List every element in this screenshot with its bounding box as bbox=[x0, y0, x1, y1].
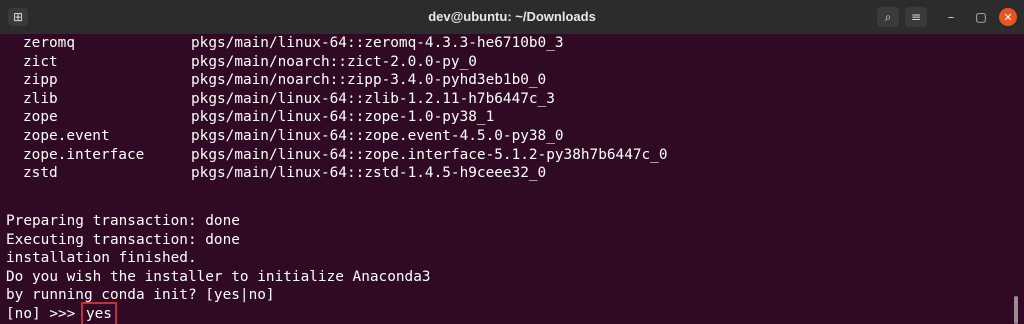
package-row: zlib pkgs/main/linux-64::zlib-1.2.11-h7b6… bbox=[6, 90, 555, 108]
package-row: zope.interface pkgs/main/linux-64::zope.i… bbox=[6, 146, 668, 164]
question-line: by running conda init? [yes|no] bbox=[6, 287, 275, 303]
package-row: zope pkgs/main/linux-64::zope-1.0-py38_1 bbox=[6, 108, 494, 126]
package-name: zstd bbox=[23, 165, 58, 182]
prompt-text: [no] >>> bbox=[6, 305, 84, 322]
package-name: zope bbox=[23, 109, 58, 126]
package-row: zipp pkgs/main/noarch::zipp-3.4.0-pyhd3eb… bbox=[6, 71, 546, 89]
package-row: zict pkgs/main/noarch::zict-2.0.0-py_0 bbox=[6, 53, 477, 71]
package-name: zope.event bbox=[23, 128, 110, 144]
package-source: pkgs/main/linux-64::zope.interface-5.1.2… bbox=[191, 146, 668, 163]
minimize-icon[interactable]: – bbox=[940, 7, 962, 27]
status-line: Preparing transaction: done bbox=[6, 213, 240, 229]
package-row: zstd pkgs/main/linux-64::zstd-1.4.5-h9cee… bbox=[6, 164, 546, 182]
status-line: installation finished. bbox=[6, 250, 197, 266]
package-source: pkgs/main/linux-64::zope-1.0-py38_1 bbox=[191, 109, 495, 126]
package-row: zeromq pkgs/main/linux-64::zeromq-4.3.3-h… bbox=[6, 34, 564, 52]
window-title: dev@ubuntu: ~/Downloads bbox=[428, 9, 596, 24]
package-name: zipp bbox=[23, 72, 58, 89]
maximize-icon[interactable]: ▢ bbox=[970, 7, 992, 27]
scrollbar[interactable] bbox=[1014, 296, 1018, 324]
answer-input[interactable]: yes bbox=[80, 301, 117, 324]
package-name: zlib bbox=[23, 90, 58, 107]
package-source: pkgs/main/linux-64::zope.event-4.5.0-py3… bbox=[191, 128, 564, 144]
status-line: Executing transaction: done bbox=[6, 231, 240, 248]
hamburger-menu-icon[interactable]: ≡ bbox=[905, 7, 927, 27]
package-source: pkgs/main/linux-64::zeromq-4.3.3-he6710b… bbox=[191, 35, 564, 51]
package-row: zope.event pkgs/main/linux-64::zope.event… bbox=[6, 127, 564, 145]
package-source: pkgs/main/noarch::zict-2.0.0-py_0 bbox=[191, 53, 477, 70]
package-name: zict bbox=[23, 53, 58, 70]
package-source: pkgs/main/noarch::zipp-3.4.0-pyhd3eb1b0_… bbox=[191, 72, 547, 89]
close-icon[interactable]: ✕ bbox=[999, 8, 1017, 26]
package-source: pkgs/main/linux-64::zlib-1.2.11-h7b6447c… bbox=[191, 90, 555, 107]
prompt-line[interactable]: [no] >>> yes bbox=[6, 301, 117, 324]
package-name: zeromq bbox=[23, 35, 75, 51]
title-bar: ⊞ dev@ubuntu: ~/Downloads ⌕ ≡ – ▢ ✕ bbox=[0, 0, 1024, 35]
terminal-output[interactable]: zeromq pkgs/main/linux-64::zeromq-4.3.3-h… bbox=[0, 34, 1024, 324]
search-icon[interactable]: ⌕ bbox=[877, 7, 899, 27]
question-line: Do you wish the installer to initialize … bbox=[6, 268, 431, 285]
package-name: zope.interface bbox=[23, 146, 145, 163]
package-source: pkgs/main/linux-64::zstd-1.4.5-h9ceee32_… bbox=[191, 165, 547, 182]
